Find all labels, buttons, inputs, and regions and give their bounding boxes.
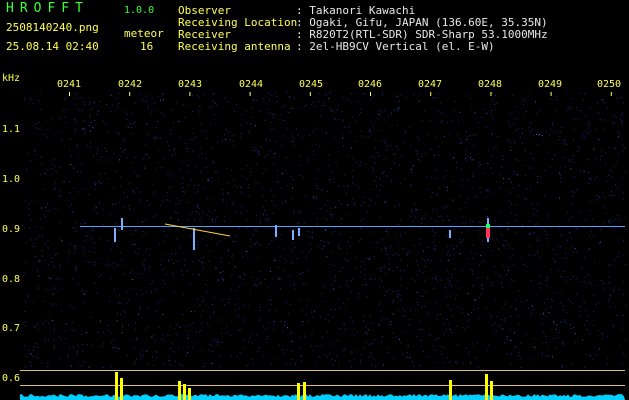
meteor-echo: [121, 218, 123, 230]
level-peak: [485, 374, 488, 400]
time-tick-label: 0242: [118, 79, 143, 90]
time-tick-label: 0249: [538, 79, 563, 90]
time-tick-label: 0246: [358, 79, 383, 90]
y-tick-label: 0.6: [2, 373, 21, 384]
y-tick-label: 1.0: [2, 174, 21, 185]
meteor-echo: [114, 228, 116, 242]
y-tick-label: 0.7: [2, 323, 21, 334]
level-separator: [20, 370, 625, 371]
time-tick-label: 0244: [239, 79, 264, 90]
meteor-trail: [164, 223, 231, 237]
level-peak: [490, 381, 493, 400]
time-tick-label: 0248: [478, 79, 503, 90]
level-peak: [188, 388, 191, 400]
level-peak: [183, 384, 186, 400]
level-separator: [20, 385, 625, 386]
meteor-echo: [275, 225, 277, 237]
carrier-line: [80, 226, 625, 227]
meteor-echo-strong: [486, 228, 490, 238]
time-tick-label: 0245: [299, 79, 324, 90]
level-peak: [120, 378, 123, 400]
level-baseline: [20, 394, 625, 400]
y-tick-label: 0.9: [2, 224, 21, 235]
time-tick-label: 0243: [178, 79, 203, 90]
spectrogram: [20, 92, 627, 400]
time-tick-label: 0241: [57, 79, 82, 90]
level-peak: [297, 383, 300, 400]
meteor-echo-strong: [486, 224, 490, 228]
meteor-echo: [292, 230, 294, 240]
y-tick-label: 0.8: [2, 274, 21, 285]
y-tick-label: 1.1: [2, 124, 21, 135]
level-peak: [449, 380, 452, 400]
time-tick-label: 0247: [418, 79, 443, 90]
level-peak: [178, 381, 181, 400]
time-tick-marks: [69, 92, 612, 96]
time-tick-label: 0250: [597, 79, 622, 90]
meteor-echo: [193, 228, 195, 250]
meteor-echo: [298, 228, 300, 236]
meteor-echo: [449, 230, 451, 238]
level-peak: [115, 372, 118, 400]
y-unit-label: kHz: [2, 73, 21, 84]
level-peak: [303, 382, 306, 400]
